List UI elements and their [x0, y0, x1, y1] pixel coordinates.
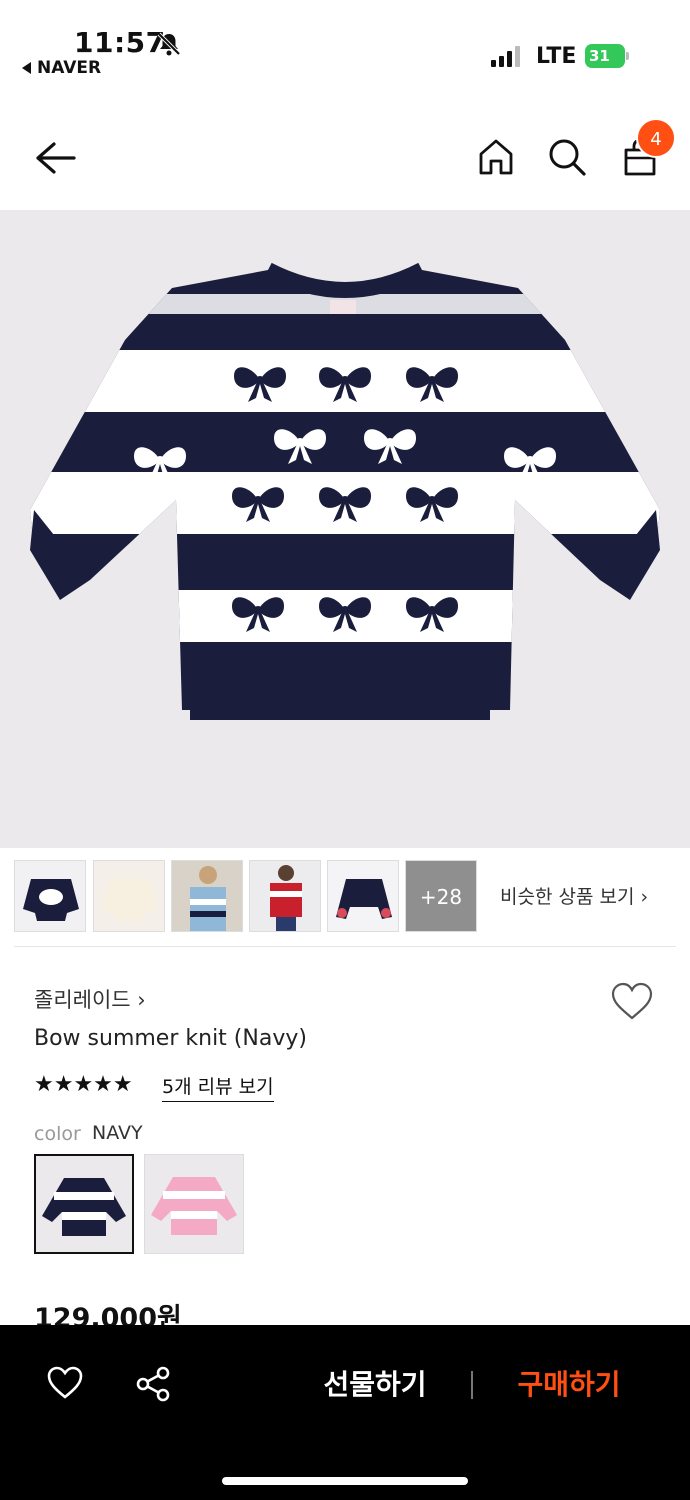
- product-title: Bow summer knit (Navy): [34, 1026, 307, 1051]
- battery-level: 31: [585, 44, 625, 68]
- thumbnail-more[interactable]: +28: [405, 860, 477, 932]
- thumbnail-strip: +28 비슷한 상품 보기 ›: [14, 860, 676, 934]
- gift-button[interactable]: 선물하기: [300, 1363, 450, 1403]
- button-separator: [471, 1371, 473, 1399]
- back-triangle-icon: [22, 62, 31, 74]
- search-icon[interactable]: [546, 136, 588, 178]
- back-to-app-link[interactable]: NAVER: [22, 58, 101, 78]
- similar-products-link[interactable]: 비슷한 상품 보기 ›: [500, 882, 648, 909]
- thumbnail-3[interactable]: [171, 860, 243, 932]
- status-bar: 11:57 NAVER LTE 31: [0, 0, 690, 92]
- thumbnail-1[interactable]: [14, 860, 86, 932]
- product-main-image[interactable]: [0, 210, 690, 848]
- back-arrow-icon[interactable]: [32, 138, 76, 178]
- network-type: LTE: [536, 44, 577, 69]
- share-icon[interactable]: [134, 1365, 172, 1403]
- color-label: color: [34, 1123, 81, 1145]
- thumbnail-4[interactable]: [249, 860, 321, 932]
- heart-icon[interactable]: [46, 1365, 84, 1401]
- bottom-action-bar: 선물하기 구매하기: [0, 1325, 690, 1500]
- cart-count-badge[interactable]: 4: [636, 118, 676, 158]
- top-nav: 4: [0, 100, 690, 210]
- wishlist-heart-icon[interactable]: [610, 982, 654, 1022]
- section-divider: [14, 946, 676, 947]
- product-page: 11:57 NAVER LTE 31 4 +28 비슷한 상품 보기 › 졸리레…: [0, 0, 690, 1500]
- brand-link[interactable]: 졸리레이드 ›: [34, 984, 146, 1014]
- back-app-label: NAVER: [37, 58, 102, 78]
- thumbnail-5[interactable]: [327, 860, 399, 932]
- cellular-signal-icon: [491, 46, 520, 67]
- sweater-illustration: [30, 262, 660, 720]
- rating-stars: ★★★★★: [34, 1072, 133, 1097]
- battery-icon: 31: [585, 44, 629, 68]
- home-indicator[interactable]: [222, 1477, 468, 1485]
- color-swatch-pink[interactable]: [144, 1154, 244, 1254]
- home-icon[interactable]: [476, 136, 516, 178]
- bell-muted-icon: [157, 32, 181, 56]
- color-swatch-navy[interactable]: [34, 1154, 134, 1254]
- color-value: NAVY: [92, 1122, 143, 1144]
- thumbnail-2[interactable]: [93, 860, 165, 932]
- reviews-link[interactable]: 5개 리뷰 보기: [162, 1072, 274, 1102]
- status-time: 11:57: [74, 26, 166, 59]
- buy-button[interactable]: 구매하기: [494, 1363, 644, 1403]
